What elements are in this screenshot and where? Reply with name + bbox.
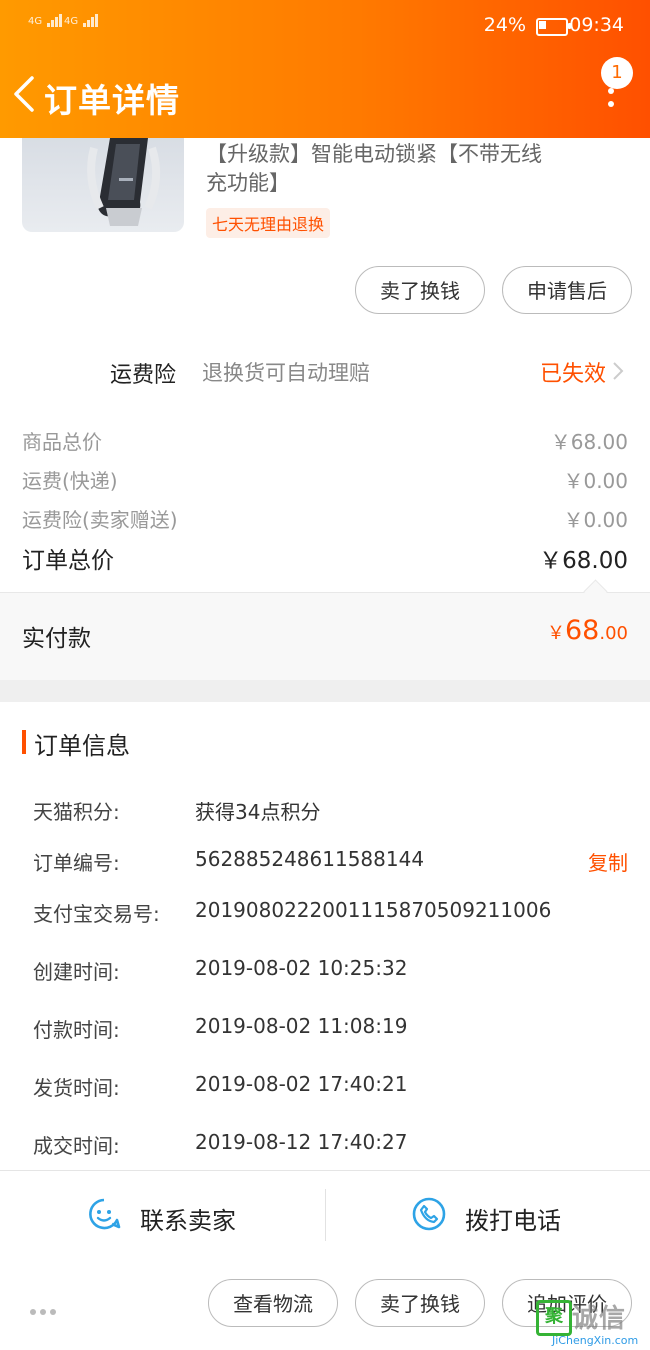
signal-bars-icon [83, 14, 99, 27]
order-total-label: 订单总价 [22, 548, 114, 574]
info-key: 支付宝交易号: [33, 902, 160, 926]
order-info-title: 订单信息 [34, 732, 130, 760]
actual-payment-value: ￥68.00 [547, 615, 628, 646]
product-title[interactable]: 【升级款】智能电动锁紧【不带无线充功能】 [206, 140, 546, 198]
chevron-right-icon [613, 362, 624, 380]
signal-2-label: 4G [64, 16, 79, 27]
contact-seller-button[interactable]: 联系卖家 [0, 1171, 325, 1259]
page-title: 订单详情 [44, 81, 180, 120]
amount-decimal: .00 [599, 623, 628, 644]
signal-indicator-2: 4G [64, 14, 99, 27]
bottom-action-bar: 查看物流 卖了换钱 追加评价 聚 诚信 JiChengXin.com [0, 1259, 650, 1350]
info-key: 付款时间: [33, 1018, 120, 1042]
contact-seller-label: 联系卖家 [140, 1207, 236, 1235]
info-key: 天猫积分: [33, 800, 120, 824]
actual-payment-box: 实付款 ￥68.00 [0, 592, 650, 681]
amount-main: 68 [565, 615, 600, 646]
battery-percent: 24% [483, 14, 526, 36]
order-total-value: ￥68.00 [539, 548, 628, 574]
order-total-row: 订单总价 ￥68.00 [22, 541, 628, 575]
info-value: 562885248611588144 [195, 847, 425, 871]
info-value: 2019-08-12 17:40:27 [195, 1130, 408, 1154]
info-key: 订单编号: [33, 851, 120, 875]
signal-bars-icon [47, 14, 63, 27]
info-key: 发货时间: [33, 1076, 120, 1100]
price-row-shipping: 运费(快递) ￥0.00 [22, 465, 628, 494]
info-key: 创建时间: [33, 960, 120, 984]
watermark-url: JiChengXin.com [552, 1334, 639, 1347]
info-value: 2019080222001115870509211006 [195, 898, 552, 922]
apply-after-sales-button[interactable]: 申请售后 [502, 266, 632, 314]
app-header: 4G 4G 24% 09:34 订单详情 1 [0, 0, 650, 138]
phone-holder-image [87, 138, 161, 226]
product-image[interactable] [22, 138, 184, 232]
price-row-insurance: 运费险(卖家赠送) ￥0.00 [22, 504, 628, 533]
price-label: 商品总价 [22, 430, 102, 454]
actual-payment-label: 实付款 [22, 626, 91, 652]
more-dots-icon[interactable] [608, 88, 616, 114]
sell-for-cash-bottom-button[interactable]: 卖了换钱 [355, 1279, 485, 1327]
status-time: 09:34 [569, 14, 624, 36]
more-dots-icon[interactable] [30, 1300, 60, 1319]
section-divider [0, 680, 650, 702]
signal-1-label: 4G [28, 16, 43, 27]
price-value: ￥0.00 [563, 469, 628, 493]
price-label: 运费(快递) [22, 469, 118, 493]
info-value: 2019-08-02 17:40:21 [195, 1072, 408, 1096]
sell-for-cash-button[interactable]: 卖了换钱 [355, 266, 485, 314]
chat-face-icon [89, 1198, 121, 1230]
battery-icon [536, 18, 571, 36]
watermark-logo: 聚 [536, 1300, 572, 1336]
return-policy-badge: 七天无理由退换 [206, 208, 331, 238]
info-value: 2019-08-02 11:08:19 [195, 1014, 408, 1038]
notification-badge[interactable]: 1 [601, 57, 633, 89]
view-logistics-button[interactable]: 查看物流 [208, 1279, 338, 1327]
currency-symbol: ￥ [547, 623, 565, 644]
price-value: ￥68.00 [550, 430, 628, 454]
insurance-label: 运费险 [110, 363, 177, 388]
contact-bar: 联系卖家 拨打电话 [0, 1170, 650, 1260]
price-label: 运费险(卖家赠送) [22, 508, 178, 532]
price-row-goods: 商品总价 ￥68.00 [22, 426, 628, 455]
insurance-description: 退换货可自动理赔 [202, 361, 370, 385]
call-phone-label: 拨打电话 [465, 1207, 561, 1235]
signal-indicator-1: 4G [28, 14, 63, 27]
copy-order-number-button[interactable]: 复制 [588, 847, 628, 876]
section-accent-bar [22, 730, 26, 754]
info-value: 2019-08-02 10:25:32 [195, 956, 408, 980]
status-bar: 4G 4G 24% 09:34 [0, 12, 650, 42]
watermark-text: 诚信 [572, 1304, 627, 1334]
info-key: 成交时间: [33, 1134, 120, 1158]
call-phone-button[interactable]: 拨打电话 [325, 1171, 650, 1259]
back-chevron-icon[interactable] [10, 74, 40, 114]
insurance-status: 已失效 [539, 362, 606, 387]
price-value: ￥0.00 [563, 508, 628, 532]
phone-icon [412, 1197, 446, 1231]
watermark: 聚 诚信 JiChengXin.com [532, 1298, 650, 1350]
info-value: 获得34点积分 [195, 800, 321, 824]
